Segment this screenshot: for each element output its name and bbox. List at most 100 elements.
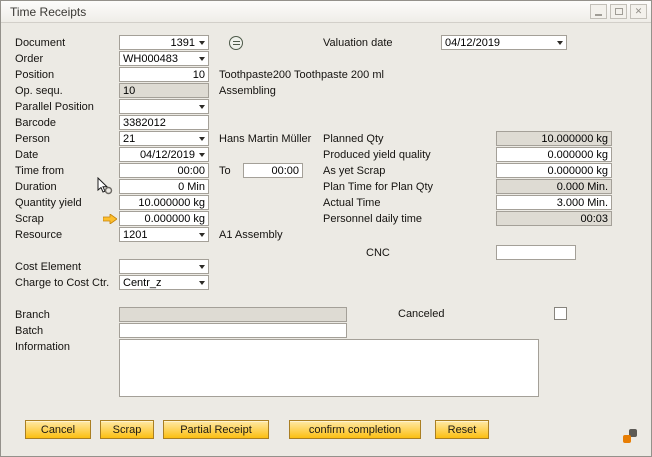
date-field[interactable]: 04/12/2019 bbox=[119, 147, 209, 162]
chevron-down-icon[interactable] bbox=[199, 153, 205, 157]
plan-time-row: Plan Time for Plan Qty 0.000 Min. bbox=[323, 179, 612, 194]
actual-time-row: Actual Time 3.000 Min. bbox=[323, 195, 612, 210]
time-row: Time from 00:00 To 00:00 bbox=[15, 163, 303, 178]
as-yet-scrap-value: 0.000000 bbox=[500, 165, 593, 177]
actual-time-value: 3.000 bbox=[500, 197, 584, 209]
batch-row: Batch bbox=[15, 323, 347, 338]
barcode-field[interactable]: 3382012 bbox=[119, 115, 209, 130]
op-sequ-field: 10 bbox=[119, 83, 209, 98]
time-to-label: To bbox=[219, 165, 243, 177]
personnel-daily-label: Personnel daily time bbox=[323, 213, 496, 225]
link-arrow-icon[interactable] bbox=[103, 214, 119, 224]
time-from-value: 00:00 bbox=[123, 165, 205, 177]
quantity-yield-unit: kg bbox=[193, 197, 205, 209]
chevron-down-icon[interactable] bbox=[199, 137, 205, 141]
duration-unit: Min bbox=[187, 181, 205, 193]
reset-button[interactable]: Reset bbox=[435, 420, 489, 439]
plan-time-unit: Min. bbox=[587, 181, 608, 193]
scrap-unit: kg bbox=[193, 213, 205, 225]
barcode-value: 3382012 bbox=[123, 117, 205, 129]
valuation-date-field[interactable]: 04/12/2019 bbox=[441, 35, 567, 50]
order-field[interactable]: WH000483 bbox=[119, 51, 209, 66]
chevron-down-icon[interactable] bbox=[199, 57, 205, 61]
close-icon[interactable]: ✕ bbox=[630, 4, 647, 19]
planned-qty-row: Planned Qty 10.000000 kg bbox=[323, 131, 612, 146]
parallel-position-field[interactable] bbox=[119, 99, 209, 114]
date-label: Date bbox=[15, 149, 119, 161]
position-field[interactable]: 10 bbox=[119, 67, 209, 82]
chevron-down-icon[interactable] bbox=[199, 41, 205, 45]
chevron-down-icon[interactable] bbox=[199, 281, 205, 285]
batch-field[interactable] bbox=[119, 323, 347, 338]
information-label: Information bbox=[15, 341, 119, 353]
partial-receipt-button[interactable]: Partial Receipt bbox=[163, 420, 269, 439]
canceled-checkbox[interactable] bbox=[554, 307, 567, 320]
cost-element-row: Cost Element bbox=[15, 259, 209, 274]
scrap-label: Scrap bbox=[15, 213, 103, 225]
chevron-down-icon[interactable] bbox=[199, 105, 205, 109]
planned-qty-value: 10.000000 bbox=[500, 133, 593, 145]
maximize-icon[interactable] bbox=[610, 4, 627, 19]
person-field[interactable]: 21 bbox=[119, 131, 209, 146]
time-from-field[interactable]: 00:00 bbox=[119, 163, 209, 178]
actual-time-field[interactable]: 3.000 Min. bbox=[496, 195, 612, 210]
time-to-value: 00:00 bbox=[247, 165, 299, 177]
cnc-row: CNC bbox=[366, 245, 576, 260]
chevron-down-icon[interactable] bbox=[557, 41, 563, 45]
quantity-yield-value: 10.000000 bbox=[123, 197, 190, 209]
chevron-down-icon[interactable] bbox=[199, 265, 205, 269]
cost-element-label: Cost Element bbox=[15, 261, 119, 273]
document-label: Document bbox=[15, 37, 119, 49]
order-row: Order WH000483 bbox=[15, 51, 209, 66]
valuation-date-label: Valuation date bbox=[323, 37, 441, 49]
scrap-value: 0.000000 bbox=[123, 213, 190, 225]
minimize-icon[interactable] bbox=[590, 4, 607, 19]
personnel-daily-row: Personnel daily time 00:03 bbox=[323, 211, 612, 226]
plan-time-label: Plan Time for Plan Qty bbox=[323, 181, 496, 193]
information-field[interactable] bbox=[119, 339, 539, 397]
resource-field[interactable]: 1201 bbox=[119, 227, 209, 242]
op-sequ-label: Op. sequ. bbox=[15, 85, 119, 97]
cost-element-field[interactable] bbox=[119, 259, 209, 274]
item-description: Toothpaste200 Toothpaste 200 ml bbox=[219, 69, 384, 81]
document-field[interactable]: 1391 bbox=[119, 35, 209, 50]
charge-cost-ctr-value: Centr_z bbox=[123, 277, 195, 289]
order-label: Order bbox=[15, 53, 119, 65]
quantity-yield-field[interactable]: 10.000000 kg bbox=[119, 195, 209, 210]
resource-description: A1 Assembly bbox=[219, 229, 283, 241]
as-yet-scrap-field[interactable]: 0.000000 kg bbox=[496, 163, 612, 178]
scrap-field[interactable]: 0.000000 kg bbox=[119, 211, 209, 226]
planned-qty-field: 10.000000 kg bbox=[496, 131, 612, 146]
time-to-field[interactable]: 00:00 bbox=[243, 163, 303, 178]
position-value: 10 bbox=[123, 69, 205, 81]
position-label: Position bbox=[15, 69, 119, 81]
produced-yield-label: Produced yield quality bbox=[323, 149, 496, 161]
produced-yield-field[interactable]: 0.000000 kg bbox=[496, 147, 612, 162]
branch-field bbox=[119, 307, 347, 322]
as-yet-scrap-label: As yet Scrap bbox=[323, 165, 496, 177]
as-yet-scrap-row: As yet Scrap 0.000000 kg bbox=[323, 163, 612, 178]
canceled-label: Canceled bbox=[398, 308, 554, 320]
person-name: Hans Martin Müller bbox=[219, 133, 311, 145]
time-from-label: Time from bbox=[15, 165, 119, 177]
personnel-daily-value: 00:03 bbox=[500, 213, 608, 225]
cancel-button[interactable]: Cancel bbox=[25, 420, 91, 439]
charge-cost-ctr-field[interactable]: Centr_z bbox=[119, 275, 209, 290]
barcode-label: Barcode bbox=[15, 117, 119, 129]
actual-time-unit: Min. bbox=[587, 197, 608, 209]
scrap-button[interactable]: Scrap bbox=[100, 420, 154, 439]
chevron-down-icon[interactable] bbox=[199, 233, 205, 237]
duration-field[interactable]: 0 Min bbox=[119, 179, 209, 194]
scrap-row: Scrap 0.000000 kg bbox=[15, 211, 209, 226]
date-row: Date 04/12/2019 bbox=[15, 147, 209, 162]
planned-qty-unit: kg bbox=[596, 133, 608, 145]
cnc-field[interactable] bbox=[496, 245, 576, 260]
title-bar[interactable]: Time Receipts ✕ bbox=[1, 1, 651, 23]
branch-label: Branch bbox=[15, 309, 119, 321]
confirm-completion-button[interactable]: confirm completion bbox=[289, 420, 421, 439]
position-row: Position 10 Toothpaste200 Toothpaste 200… bbox=[15, 67, 384, 82]
plan-time-value: 0.000 bbox=[500, 181, 584, 193]
resize-grip-icon[interactable] bbox=[623, 429, 637, 443]
document-menu-icon[interactable] bbox=[229, 36, 243, 50]
valuation-date-row: Valuation date 04/12/2019 bbox=[323, 35, 567, 50]
